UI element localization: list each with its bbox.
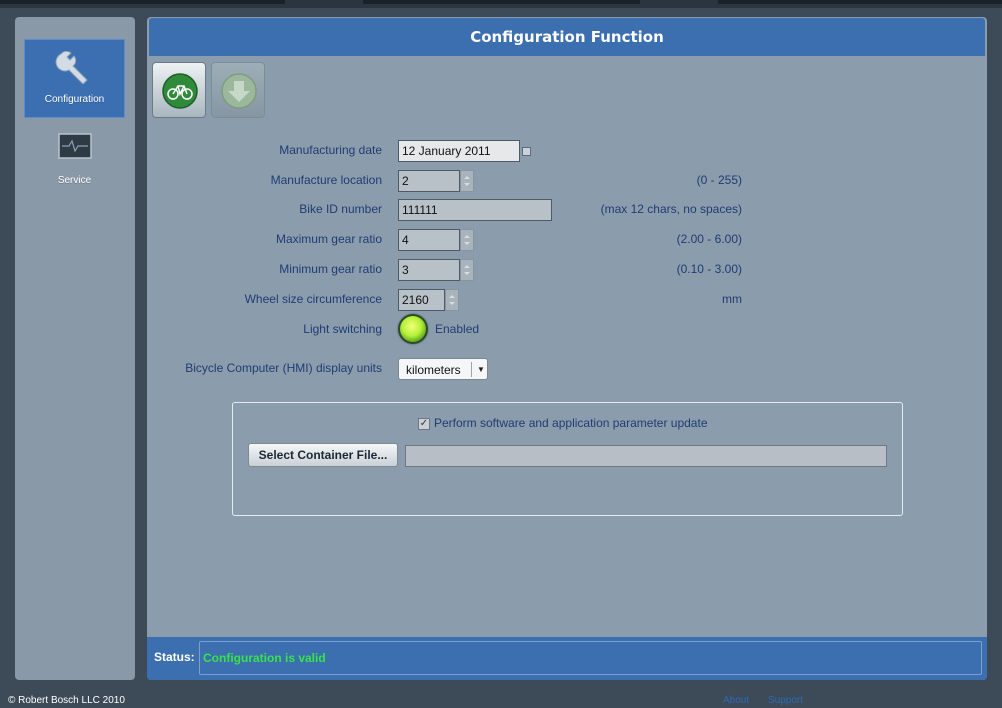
bicycle-button[interactable] [152,62,206,118]
status-text: Configuration is valid [203,651,326,665]
wheel-size-field[interactable]: 2160 [398,289,445,311]
max-gear-ratio-field[interactable]: 4 [398,229,460,251]
manufacturing-date-row: Manufacturing date 12 January 2011 [147,140,987,162]
update-group: ✓ Perform software and application param… [232,402,903,516]
manufacturing-date-field[interactable]: 12 January 2011 [398,140,520,162]
manufacturing-date-label: Manufacturing date [279,143,382,157]
bike-id-field[interactable]: 111111 [398,199,552,221]
update-checkbox-label: Perform software and application paramet… [434,416,708,430]
display-units-value: kilometers [406,363,461,377]
copyright-text: © Robert Bosch LLC 2010 [8,695,125,706]
min-gear-ratio-hint: (0.10 - 3.00) [676,262,742,276]
container-file-path-field[interactable] [405,445,887,467]
light-switching-row: Light switching Enabled [147,314,987,344]
wheel-size-label: Wheel size circumference [244,292,382,306]
sidebar-item-service[interactable]: Service [24,125,125,204]
min-gear-ratio-label: Minimum gear ratio [279,262,382,276]
page-title: Configuration Function [149,18,985,56]
top-strip-segment [0,0,285,4]
manufacture-location-stepper[interactable] [460,170,474,192]
status-field: Configuration is valid [199,641,982,675]
max-gear-ratio-row: Maximum gear ratio 4 (2.00 - 6.00) [147,229,987,251]
light-switching-label: Light switching [303,322,382,336]
wheel-size-unit: mm [722,292,742,306]
bicycle-icon [162,73,198,109]
min-gear-ratio-field[interactable]: 3 [398,259,460,281]
bike-id-label: Bike ID number [299,202,382,216]
min-gear-ratio-stepper[interactable] [460,259,474,281]
update-checkbox[interactable]: ✓ [418,418,430,430]
max-gear-ratio-label: Maximum gear ratio [275,232,382,246]
chevron-down-icon: ▼ [477,365,485,374]
manufacture-location-field[interactable]: 2 [398,170,460,192]
wrench-icon [55,48,95,84]
top-strip-segment [363,0,640,4]
sidebar: Configuration Service [15,17,135,680]
max-gear-ratio-stepper[interactable] [460,229,474,251]
manufacture-location-row: Manufacture location 2 (0 - 255) [147,170,987,192]
display-units-select[interactable]: kilometers ▼ [398,358,488,380]
monitor-icon [55,129,95,165]
window-top-strip [0,0,1002,8]
light-switching-state: Enabled [435,322,480,336]
display-units-row: Bicycle Computer (HMI) display units kil… [147,358,987,380]
wheel-size-stepper[interactable] [445,289,459,311]
manufacture-location-hint: (0 - 255) [696,173,742,187]
download-arrow-icon [221,73,257,109]
light-switch-toggle[interactable] [398,314,428,344]
max-gear-ratio-hint: (2.00 - 6.00) [676,232,742,246]
status-bar: Status: Configuration is valid [147,637,987,680]
main-panel: Configuration Function Manufacturing dat… [147,17,987,680]
select-container-file-button[interactable]: Select Container File... [248,443,398,467]
top-strip-segment [718,0,1002,4]
select-separator [471,362,472,377]
sidebar-item-label: Configuration [44,94,105,105]
status-label: Status: [154,650,195,664]
manufacture-location-label: Manufacture location [270,173,382,187]
about-link[interactable]: About [723,695,749,706]
wheel-size-row: Wheel size circumference 2160 mm [147,289,987,311]
support-link[interactable]: Support [768,695,803,706]
bike-id-hint: (max 12 chars, no spaces) [600,202,742,216]
sidebar-item-label: Service [57,175,92,186]
sidebar-item-configuration[interactable]: Configuration [24,39,125,118]
calendar-icon[interactable] [522,147,531,156]
display-units-label: Bicycle Computer (HMI) display units [185,361,382,375]
min-gear-ratio-row: Minimum gear ratio 3 (0.10 - 3.00) [147,259,987,281]
bike-id-row: Bike ID number 111111 (max 12 chars, no … [147,199,987,221]
download-button[interactable] [211,62,265,118]
